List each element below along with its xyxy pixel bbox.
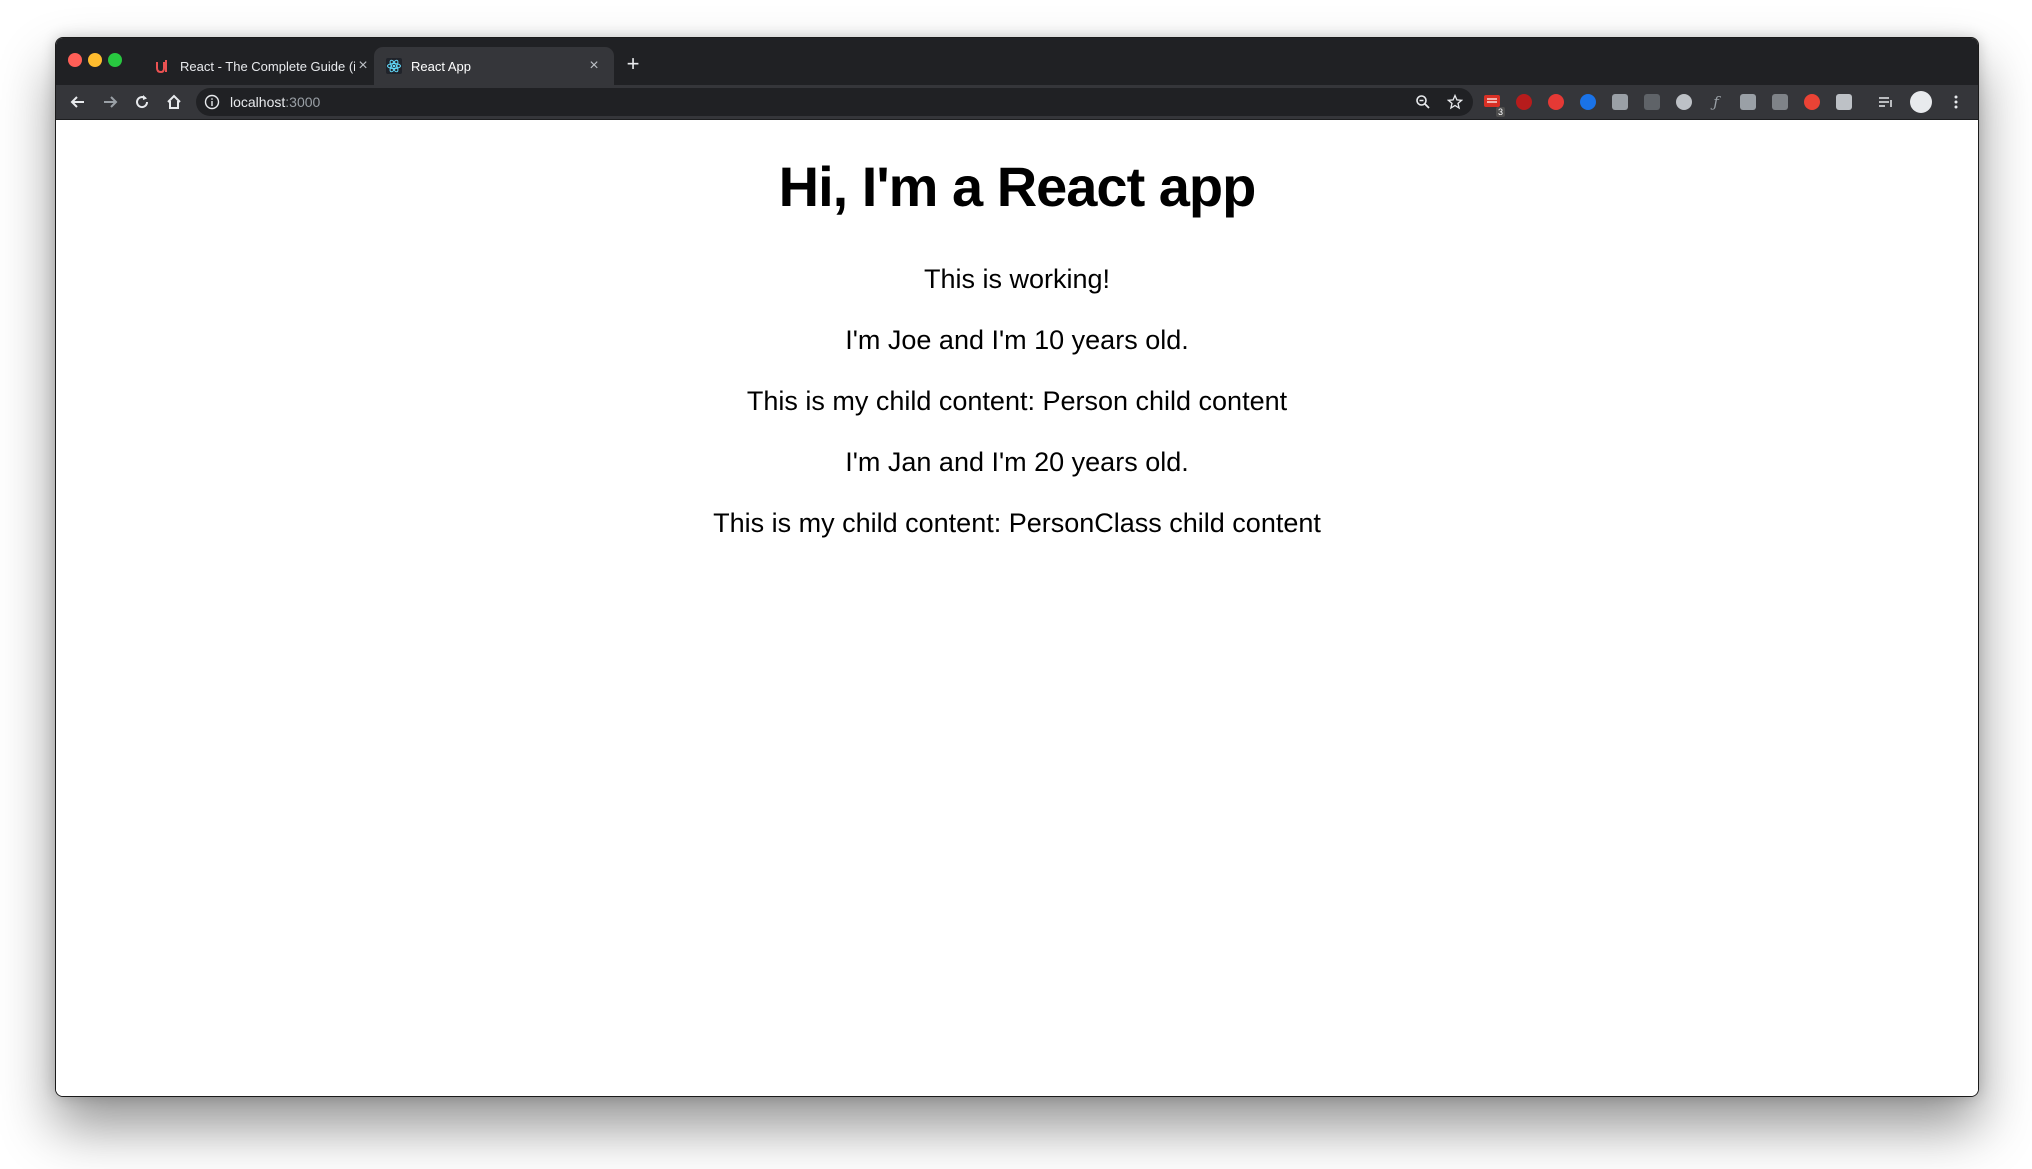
url-text: localhost:3000 [230,94,320,110]
address-bar[interactable]: localhost:3000 [196,88,1473,116]
person-jan-text: I'm Jan and I'm 20 years old. [845,447,1189,477]
minimize-window-button[interactable] [88,53,102,67]
zoom-window-button[interactable] [108,53,122,67]
info-icon[interactable] [204,94,220,110]
new-tab-button[interactable]: + [621,52,645,76]
reading-list-icon[interactable] [1878,94,1894,110]
back-arrow-icon[interactable] [66,90,90,114]
tab-title: React App [411,58,471,74]
tab-strip: React - The Complete Guide (i × React Ap… [56,38,1978,85]
url-host: localhost [230,94,286,110]
close-window-button[interactable] [68,53,82,67]
extension-screen-icon[interactable] [1740,94,1756,110]
extension-ublock-icon[interactable] [1516,94,1532,110]
page-heading: Hi, I'm a React app [778,155,1257,218]
profile-avatar[interactable] [1910,91,1932,113]
person-joe-text: I'm Joe and I'm 10 years old. [845,325,1189,355]
forward-arrow-icon[interactable] [98,90,122,114]
reload-icon[interactable] [130,90,154,114]
extension-youtube-icon[interactable] [1804,94,1820,110]
extension-camera-icon[interactable] [1836,94,1852,110]
page-content: Hi, I'm a React app This is working! I'm… [56,120,1978,1096]
tab-react-app[interactable]: React App × [374,47,614,85]
close-tab-icon[interactable]: × [355,58,371,74]
personclass-child-content-text: This is my child content: PersonClass ch… [713,508,1321,538]
bookmark-star-icon[interactable] [1446,93,1464,111]
udemy-icon [155,58,171,74]
home-icon[interactable] [162,90,186,114]
extension-grid-icon[interactable] [1644,94,1660,110]
tab-title: React - The Complete Guide (i [180,58,355,74]
browser-toolbar: localhost:3000 3 ƒ [56,85,1978,120]
url-port: :3000 [285,94,321,110]
react-icon [386,58,402,74]
person-child-content-text: This is my child content: Person child c… [746,386,1288,416]
zoom-icon[interactable] [1414,93,1432,111]
tab-react-complete-guide[interactable]: React - The Complete Guide (i × [143,47,383,85]
extension-adblock-icon[interactable] [1548,94,1564,110]
extension-play-icon[interactable] [1612,94,1628,110]
browser-window: React - The Complete Guide (i × React Ap… [55,37,1979,1097]
extension-blue-icon[interactable] [1580,94,1596,110]
extension-d-icon[interactable] [1772,94,1788,110]
status-text: This is working! [923,264,1111,294]
extension-circle-icon[interactable] [1676,94,1692,110]
extension-badge: 3 [1496,107,1506,117]
extension-function-icon[interactable]: ƒ [1708,94,1724,110]
close-tab-icon[interactable]: × [586,58,602,74]
menu-kebab-icon[interactable] [1948,94,1964,110]
